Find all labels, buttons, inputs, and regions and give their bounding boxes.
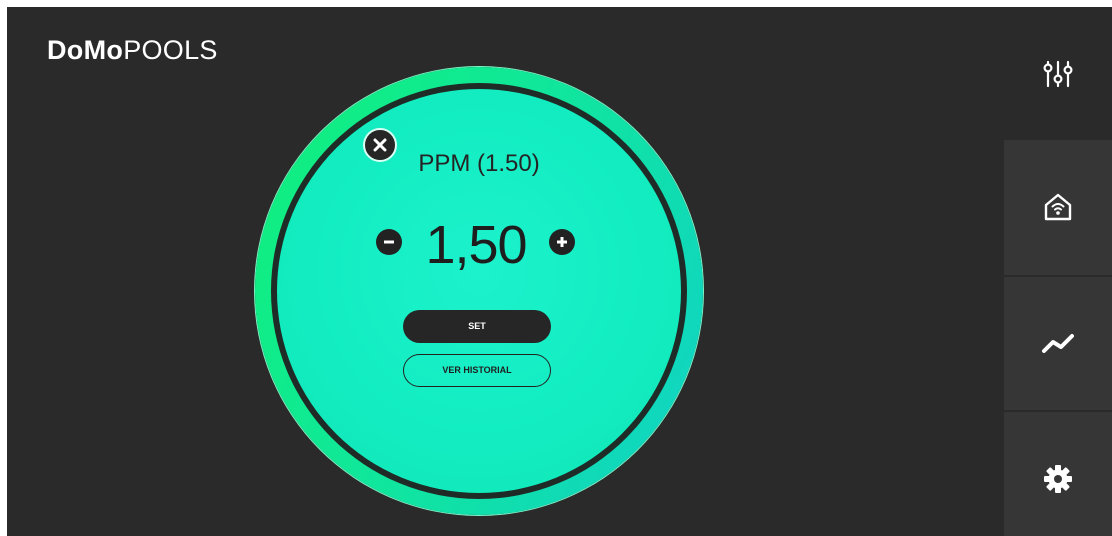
view-history-button[interactable]: VER HISTORIAL bbox=[403, 354, 551, 387]
sidebar-item-stats[interactable] bbox=[1004, 275, 1112, 410]
setpoint-value: 1,50 bbox=[425, 215, 527, 275]
minus-icon bbox=[382, 235, 396, 249]
trend-chart-icon bbox=[1041, 332, 1075, 356]
plus-icon bbox=[555, 235, 569, 249]
parameter-title: PPM (1.50) bbox=[418, 150, 540, 177]
logo-light-text: POOLS bbox=[123, 35, 218, 65]
sidebar-item-controls[interactable] bbox=[1004, 7, 1112, 140]
gauge-ring bbox=[271, 83, 687, 499]
sidebar-item-home[interactable] bbox=[1004, 140, 1112, 273]
value-stepper: 1,50 bbox=[369, 212, 589, 278]
app-logo: DoMoPOOLS bbox=[47, 35, 218, 66]
gear-icon bbox=[1042, 463, 1074, 495]
ppm-gauge bbox=[255, 67, 703, 515]
logo-bold-text: DoMo bbox=[47, 35, 124, 65]
sidebar bbox=[1004, 140, 1112, 536]
increase-button[interactable] bbox=[549, 229, 575, 255]
smart-home-icon bbox=[1042, 191, 1074, 223]
set-button[interactable]: SET bbox=[403, 310, 551, 343]
app-window: DoMoPOOLS PPM (1.50) 1,50 SET VER HISTOR… bbox=[7, 7, 1112, 536]
decrease-button[interactable] bbox=[376, 229, 402, 255]
sidebar-item-settings[interactable] bbox=[1004, 410, 1112, 536]
sliders-icon bbox=[1043, 59, 1073, 89]
